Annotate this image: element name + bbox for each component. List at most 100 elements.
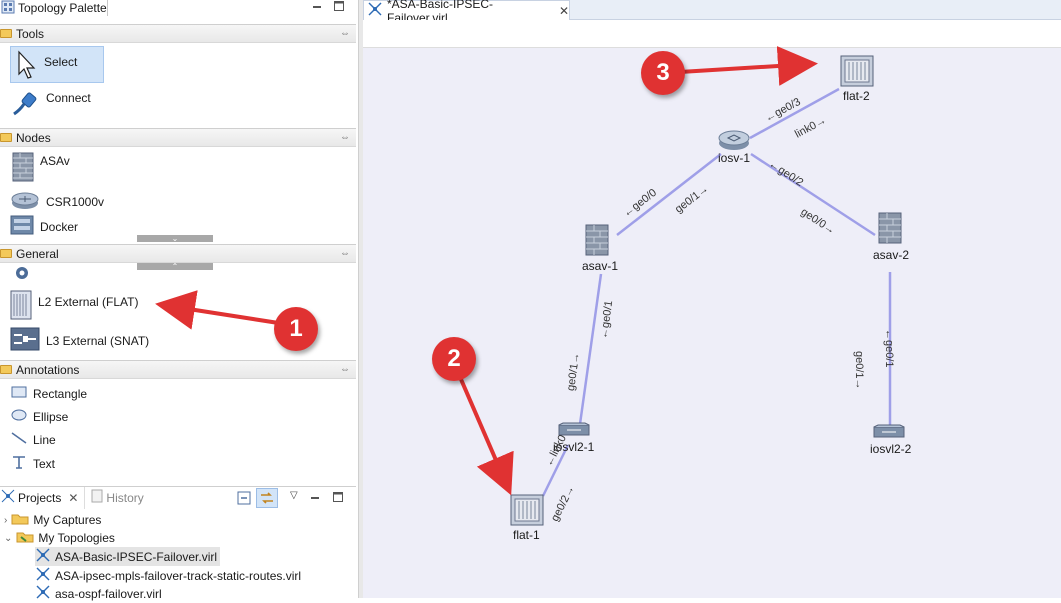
switch-icon[interactable]: [873, 424, 905, 441]
nodes-drawer-header[interactable]: Nodes ⇔: [0, 128, 356, 147]
palette-item-line[interactable]: Line: [11, 432, 56, 447]
collapse-all-icon[interactable]: [237, 491, 251, 508]
topology-links: [541, 87, 892, 497]
palette-item-docker-label: Docker: [40, 219, 79, 234]
history-tab-label: History: [106, 490, 144, 505]
pin-icon[interactable]: ⇔: [340, 248, 350, 259]
folder-open-icon: [0, 133, 12, 142]
select-tool-label: Select: [44, 54, 78, 69]
palette-item-l2-external-label: L2 External (FLAT): [38, 294, 139, 309]
collapse-splitter[interactable]: ⌄: [137, 235, 213, 243]
gear-icon: [12, 265, 32, 284]
projects-view-header: Projects ✕ History ▽: [0, 486, 356, 509]
palette-item-ellipse-label: Ellipse: [33, 409, 69, 424]
tree-item-topology-file[interactable]: asa-ospf-failover.virl: [35, 584, 162, 603]
close-icon[interactable]: ✕: [68, 491, 78, 505]
router-icon: [10, 190, 40, 213]
history-icon: [91, 489, 103, 506]
palette-title: Topology Palette: [18, 1, 107, 15]
palette-item-csr1000v[interactable]: CSR1000v: [10, 190, 104, 213]
palette-item-rectangle-label: Rectangle: [33, 386, 88, 401]
arrow-cursor-icon: [16, 50, 38, 83]
history-tab[interactable]: History: [85, 489, 144, 506]
palette-item-l3-external[interactable]: L3 External (SNAT): [10, 327, 149, 354]
projects-icon: [1, 489, 15, 506]
tree-item-label: My Topologies: [38, 531, 115, 545]
chevron-right-icon[interactable]: ›: [4, 515, 7, 526]
projects-tab[interactable]: Projects ✕: [0, 486, 86, 509]
pin-icon[interactable]: ⇔: [340, 28, 350, 39]
general-header-label: General: [16, 246, 59, 261]
palette-item-general-gear[interactable]: [12, 265, 32, 284]
callout-badge-1: 1: [274, 307, 318, 351]
editor-toolbar: [363, 20, 1061, 48]
node-label-asav-1: asav-1: [582, 259, 619, 273]
tree-item-topology-file[interactable]: ASA-Basic-IPSEC-Failover.virl: [35, 547, 221, 566]
link-asav1-iosvl2-1[interactable]: [578, 273, 603, 425]
palette-item-asav[interactable]: ASAv: [12, 152, 70, 185]
pin-icon[interactable]: ⇔: [340, 132, 350, 143]
tools-drawer-header[interactable]: Tools ⇔: [0, 24, 356, 43]
chevron-down-icon[interactable]: ⌄: [4, 533, 12, 544]
folder-open-icon: [11, 512, 29, 528]
palette-item-text-label: Text: [33, 456, 56, 471]
topology-file-icon: [35, 584, 51, 603]
expand-splitter[interactable]: ⌃: [137, 263, 213, 271]
server-icon: [10, 215, 34, 238]
annotations-drawer-header[interactable]: Annotations ⇔: [0, 360, 356, 379]
editor-tab[interactable]: *ASA-Basic-IPSEC-Failover.virl ✕: [363, 0, 570, 25]
maximize-icon[interactable]: [332, 491, 344, 506]
palette-item-csr1000v-label: CSR1000v: [46, 194, 105, 209]
select-tool[interactable]: Select: [16, 50, 77, 83]
flat-network-icon[interactable]: [510, 494, 544, 529]
folder-open-icon: [0, 365, 12, 374]
folder-open-icon: [16, 530, 34, 546]
palette-item-rectangle[interactable]: Rectangle: [11, 386, 87, 401]
tools-header-label: Tools: [16, 26, 45, 41]
line-icon: [11, 432, 27, 447]
snat-icon: [10, 327, 40, 354]
flat-network-icon[interactable]: [840, 55, 874, 90]
maximize-icon[interactable]: [333, 0, 345, 12]
node-label-flat-1: flat-1: [513, 528, 540, 542]
flat-network-icon: [10, 290, 32, 323]
topology-file-icon: [35, 566, 51, 585]
cable-plug-icon: [10, 88, 40, 121]
topology-file-icon: [367, 1, 383, 20]
projects-tab-label: Projects: [18, 490, 62, 505]
view-menu-icon[interactable]: ▽: [290, 490, 298, 501]
connect-tool[interactable]: Connect: [10, 88, 91, 121]
topology-file-icon: [35, 547, 51, 566]
minimize-icon[interactable]: [309, 492, 321, 507]
link-with-editor-icon[interactable]: [256, 488, 278, 508]
tree-item-topology-file[interactable]: ASA-ipsec-mpls-failover-track-static-rou…: [35, 566, 301, 585]
palette-item-l2-external[interactable]: L2 External (FLAT): [10, 290, 138, 323]
node-label-iosvl2-2: iosvl2-2: [870, 442, 912, 456]
palette-item-docker[interactable]: Docker: [10, 215, 78, 238]
link-label: ge0/1→: [853, 351, 865, 390]
close-icon[interactable]: ✕: [559, 4, 569, 18]
minimize-icon[interactable]: [311, 0, 323, 12]
firewall-icon[interactable]: [878, 212, 902, 247]
firewall-icon: [12, 152, 34, 185]
firewall-icon[interactable]: [585, 224, 609, 259]
link-label: ←ge0/1: [883, 329, 895, 368]
palette-item-l3-external-label: L3 External (SNAT): [46, 333, 150, 348]
general-drawer-header[interactable]: General ⇔: [0, 244, 356, 263]
text-icon: [11, 455, 27, 472]
palette-tab[interactable]: Topology Palette: [0, 0, 108, 16]
palette-item-ellipse[interactable]: Ellipse: [11, 409, 68, 424]
folder-open-icon: [0, 249, 12, 258]
palette-icon: [1, 0, 15, 17]
folder-open-icon: [0, 29, 12, 38]
palette-item-text[interactable]: Text: [11, 455, 55, 472]
palette-item-asav-label: ASAv: [40, 153, 70, 168]
node-label-asav-2: asav-2: [873, 248, 910, 262]
tree-item-label: My Captures: [33, 513, 102, 527]
topology-canvas[interactable]: flat-2 iosv-1 asav-1 asav-2 iosvl2-1 ios…: [363, 48, 1061, 598]
callout-badge-2: 2: [432, 337, 476, 381]
pin-icon[interactable]: ⇔: [340, 364, 350, 375]
left-panel: Topology Palette Tools ⇔ Select Connect …: [0, 0, 359, 601]
tree-item-my-captures[interactable]: › My Captures: [4, 512, 101, 528]
tree-item-my-topologies[interactable]: ⌄ My Topologies: [4, 530, 115, 546]
